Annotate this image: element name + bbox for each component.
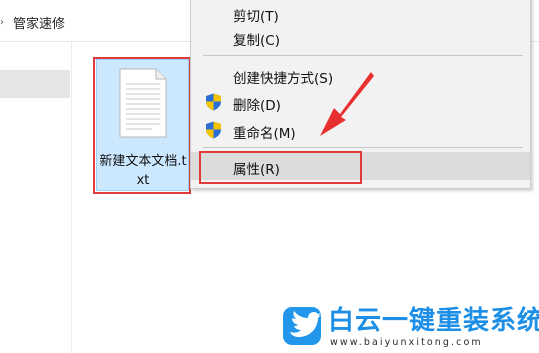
pointer-arrow-icon [320,72,374,136]
properties-highlight-box [199,151,362,184]
menu-item-label: 复制(C) [233,33,280,49]
menu-separator [203,55,523,56]
uac-shield-icon [206,121,221,139]
watermark-brand: 白云一键重装系统 [328,306,539,336]
menu-item-copy[interactable]: 复制(C) [191,25,530,49]
uac-shield-icon [206,93,221,111]
menu-item-cut[interactable]: 剪切(T) [191,1,530,25]
watermark-url: www.baiyunxitong.com [330,337,483,348]
menu-item-label: 剪切(T) [233,9,279,25]
menu-item-label: 重命名(M) [233,126,296,142]
menu-separator [203,147,523,148]
address-path[interactable]: 管家速修 [13,13,65,32]
chevron-right-icon[interactable]: › [0,17,4,28]
nav-selected-item[interactable] [0,70,70,98]
file-highlight-box [93,57,191,194]
menu-item-label: 删除(D) [233,98,281,114]
bird-logo-icon [283,307,321,345]
navigation-pane [0,42,72,353]
